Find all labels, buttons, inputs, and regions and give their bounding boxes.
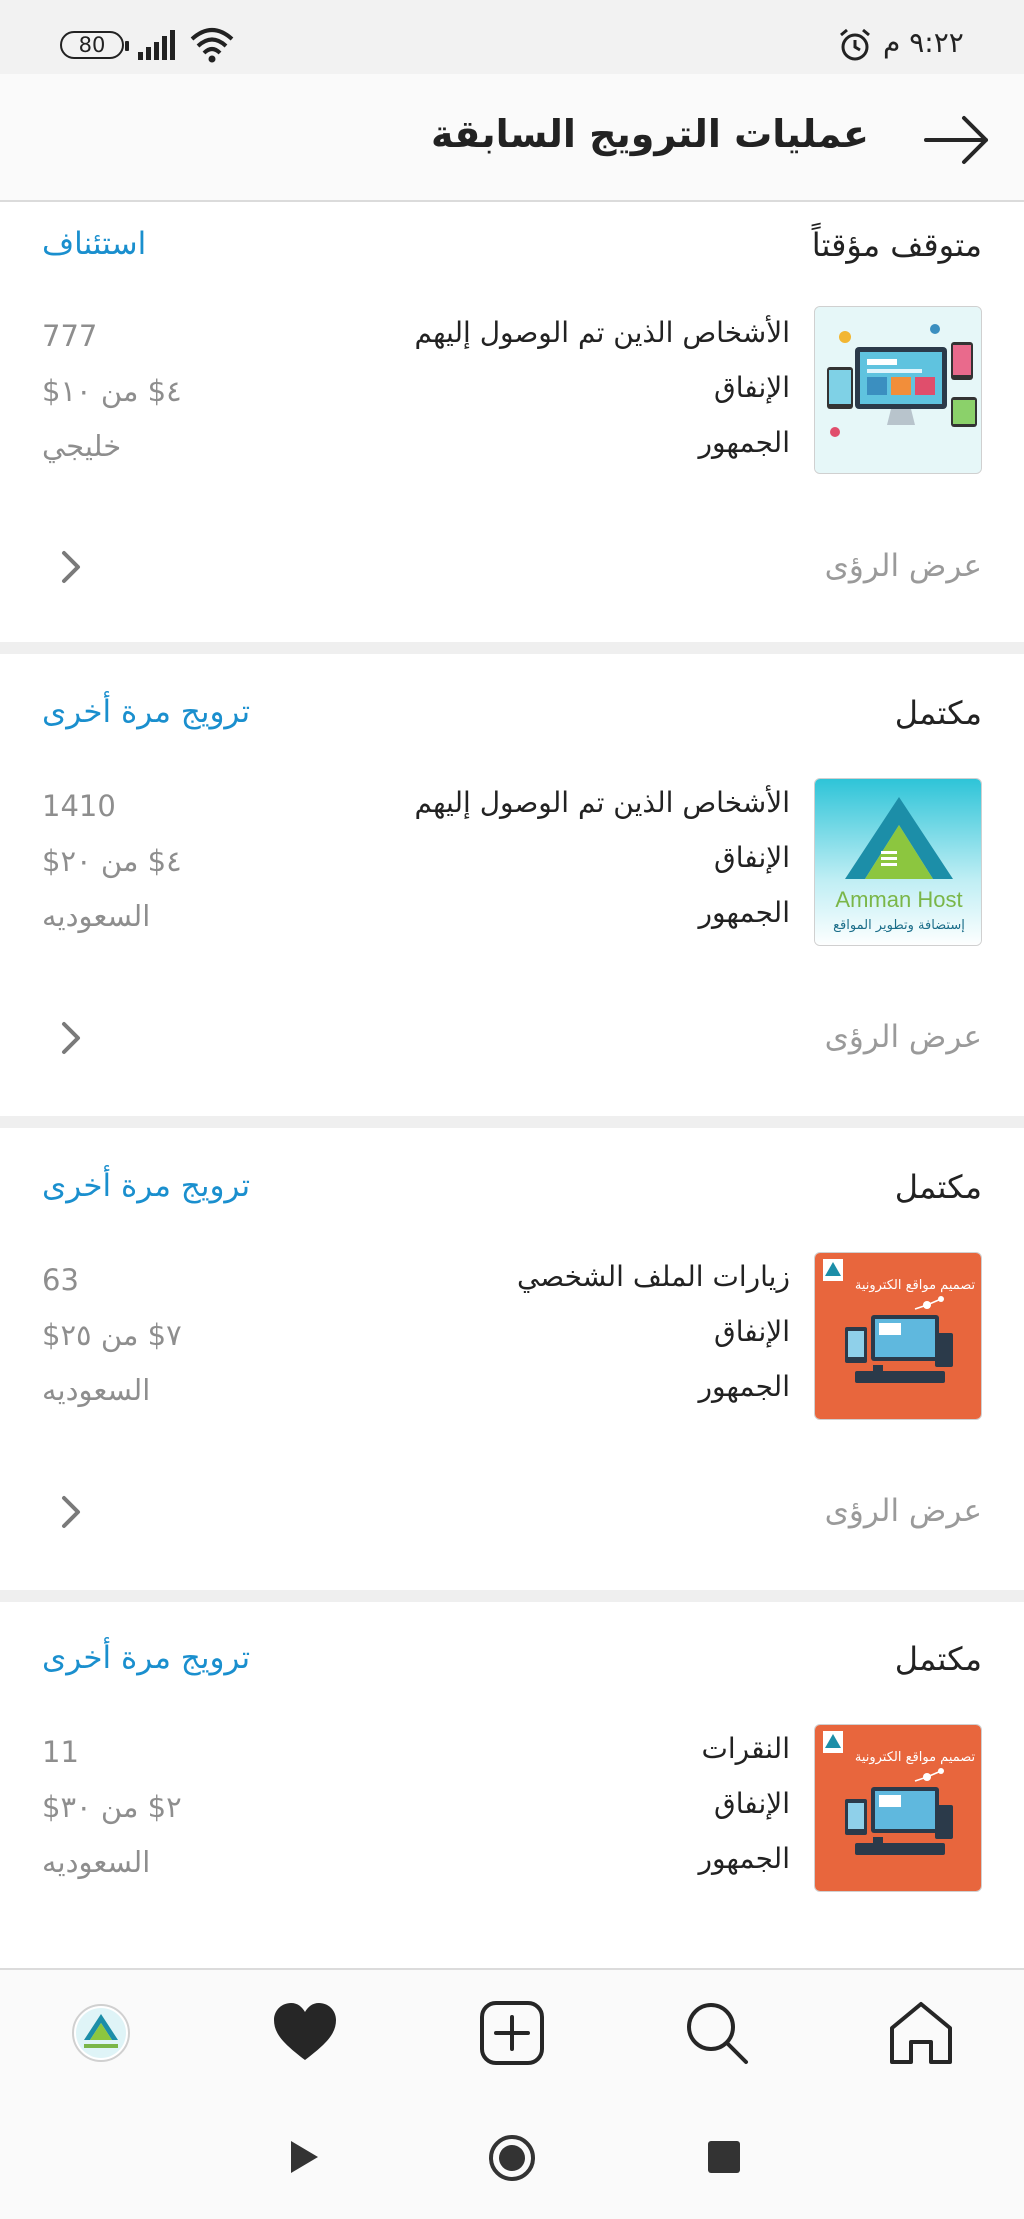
screen: 80 ٩:٢٢ م عمليات الترويج السابقة متوقف م…	[0, 0, 1024, 2219]
metric-value: 63	[42, 1263, 79, 1297]
heart-icon[interactable]	[270, 1998, 340, 2068]
metric-label: الجمهور	[698, 1370, 790, 1403]
promotion-status: متوقف مؤقتاً	[811, 226, 982, 264]
metric-label: زيارات الملف الشخصي	[516, 1260, 790, 1293]
promotion-card: مكتمل ترويج مرة أخرى تصميم مواقع الكترون…	[0, 1602, 1024, 1968]
promotion-thumbnail: تصميم مواقع الكترونية	[814, 1252, 982, 1420]
search-icon[interactable]	[682, 1998, 752, 2068]
promote-again-button[interactable]: ترويج مرة أخرى	[42, 694, 250, 730]
thumbnail-brand-text: Amman Host	[835, 887, 962, 912]
promotion-thumbnail: Amman Host إستضافة وتطوير المواقع	[814, 778, 982, 946]
promotion-card: متوقف مؤقتاً استئناف الأشخاص الذين تم ال…	[0, 204, 1024, 642]
promotion-thumbnail: تصميم مواقع الكترونية	[814, 1724, 982, 1892]
metric-value: السعوديه	[42, 899, 151, 933]
card-separator	[0, 642, 1024, 654]
chevron-right-icon[interactable]	[58, 1019, 86, 1057]
promote-again-button[interactable]: ترويج مرة أخرى	[42, 1640, 250, 1676]
metric-value: السعوديه	[42, 1373, 151, 1407]
metric-value: 1410	[42, 789, 116, 823]
metric-label: الجمهور	[698, 1842, 790, 1875]
recents-square-icon[interactable]	[707, 2140, 741, 2174]
status-time: ٩:٢٢ م	[883, 26, 964, 59]
wifi-icon	[190, 28, 234, 63]
metric-value: خليجي	[42, 429, 122, 463]
thumbnail-caption-text: تصميم مواقع الكترونية	[855, 1750, 976, 1765]
chevron-right-icon[interactable]	[58, 548, 86, 586]
metric-label: الأشخاص الذين تم الوصول إليهم	[414, 316, 790, 349]
metric-label: النقرات	[701, 1732, 790, 1765]
promotion-card: مكتمل ترويج مرة أخرى Amman Host إستضافة …	[0, 654, 1024, 1116]
card-separator	[0, 1590, 1024, 1602]
add-post-icon[interactable]	[477, 1998, 547, 2068]
view-insights-label[interactable]: عرض الرؤى	[825, 1019, 982, 1055]
back-arrow-icon[interactable]	[922, 114, 992, 166]
battery-level: 80	[78, 33, 106, 57]
metric-value: ٤$ من ١٠$	[42, 374, 182, 408]
profile-avatar[interactable]	[66, 1998, 136, 2068]
metric-value: ٢$ من ٣٠$	[42, 1790, 182, 1824]
home-icon[interactable]	[886, 1998, 956, 2068]
resume-button[interactable]: استئناف	[42, 226, 146, 262]
signal-icon	[138, 30, 175, 60]
view-insights-label[interactable]: عرض الرؤى	[825, 548, 982, 584]
promotion-status: مكتمل	[894, 1168, 982, 1206]
bottom-nav	[0, 1968, 1024, 2094]
metric-label: الجمهور	[698, 426, 790, 459]
metric-label: الجمهور	[698, 896, 790, 929]
promotion-status: مكتمل	[894, 694, 982, 732]
promotion-thumbnail	[814, 306, 982, 474]
card-separator	[0, 1116, 1024, 1128]
battery-icon: 80	[60, 31, 129, 59]
home-circle-icon[interactable]	[488, 2134, 536, 2182]
status-bar: 80 ٩:٢٢ م	[0, 0, 1024, 74]
alarm-icon	[840, 28, 870, 61]
metric-label: الإنفاق	[714, 1787, 790, 1820]
thumbnail-caption-text: تصميم مواقع الكترونية	[855, 1278, 976, 1293]
back-triangle-icon[interactable]	[287, 2138, 321, 2176]
metric-label: الإنفاق	[714, 1315, 790, 1348]
metric-value: السعوديه	[42, 1845, 151, 1879]
metric-label: الأشخاص الذين تم الوصول إليهم	[414, 786, 790, 819]
system-nav-bar	[0, 2094, 1024, 2219]
metric-value: 11	[42, 1735, 79, 1769]
page-title: عمليات الترويج السابقة	[431, 112, 869, 156]
metric-label: الإنفاق	[714, 371, 790, 404]
metric-value: 777	[42, 319, 98, 353]
metric-value: ٧$ من ٢٥$	[42, 1318, 182, 1352]
view-insights-label[interactable]: عرض الرؤى	[825, 1493, 982, 1529]
promotion-status: مكتمل	[894, 1640, 982, 1678]
header: عمليات الترويج السابقة	[0, 74, 1024, 202]
promotion-card: مكتمل ترويج مرة أخرى تصميم مواقع الكترون…	[0, 1128, 1024, 1590]
chevron-right-icon[interactable]	[58, 1493, 86, 1531]
thumbnail-tagline-text: إستضافة وتطوير المواقع	[833, 918, 965, 933]
metric-value: ٤$ من ٢٠$	[42, 844, 182, 878]
metric-label: الإنفاق	[714, 841, 790, 874]
promote-again-button[interactable]: ترويج مرة أخرى	[42, 1168, 250, 1204]
